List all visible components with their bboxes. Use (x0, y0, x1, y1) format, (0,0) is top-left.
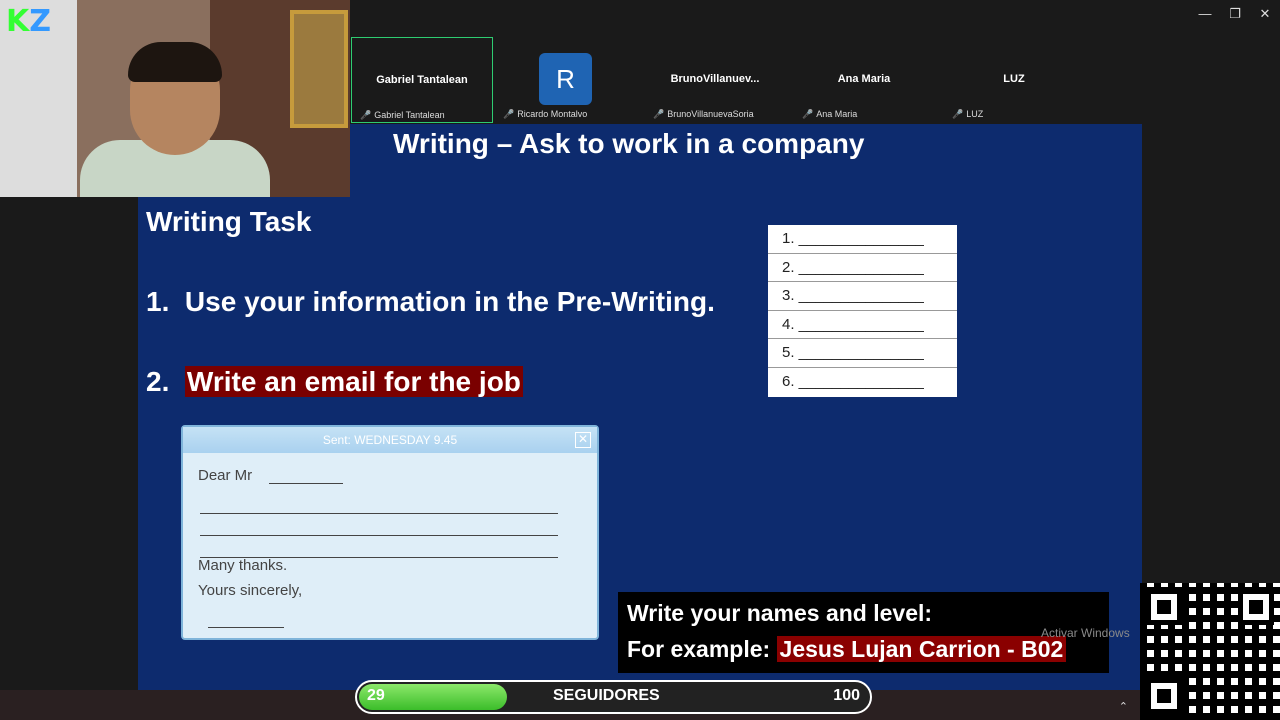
email-header: Sent: WEDNESDAY 9.45 (183, 427, 597, 453)
participant-tile-luz[interactable]: LUZ 🎤 LUZ (944, 37, 1084, 121)
participant-name: Gabriel Tantalean (376, 74, 468, 86)
names-instruction-box: Write your names and level: For example:… (618, 592, 1109, 673)
participant-label: 🎤 Ana Maria (802, 109, 858, 119)
blank-line (269, 483, 343, 484)
follower-label: SEGUIDORES (553, 687, 660, 704)
muted-mic-icon: 🎤 (503, 109, 515, 119)
muted-mic-icon: 🎤 (802, 109, 814, 119)
blank-line (200, 513, 558, 514)
participant-tile-gabriel[interactable]: Gabriel Tantalean 🎤 Gabriel Tantalean (351, 37, 493, 123)
list-item: 1. _______________ (768, 225, 957, 254)
list-item: 2. _______________ (768, 254, 957, 283)
blank-line (200, 535, 558, 536)
list-item: 3. _______________ (768, 282, 957, 311)
task-heading: Writing Task (146, 206, 312, 237)
follower-goal-bar: 29 SEGUIDORES 100 (355, 680, 872, 714)
minimize-icon[interactable]: — (1195, 6, 1215, 21)
restore-icon[interactable]: ❐ (1225, 6, 1245, 22)
participant-label: 🎤 LUZ (952, 109, 984, 119)
instruction-1: 1. Use your information in the Pre-Writi… (146, 286, 715, 317)
blank-line (208, 627, 284, 628)
names-example: For example: Jesus Lujan Carrion - B02 (627, 636, 1067, 663)
participant-name: LUZ (1003, 73, 1025, 85)
list-item: 5. _______________ (768, 339, 957, 368)
participant-name: Ana Maria (837, 73, 891, 85)
qr-code (1140, 583, 1280, 720)
wall-painting (290, 10, 348, 128)
participant-tile-bruno[interactable]: BrunoVillanuev... 🎤 BrunoVillanuevaSoria (645, 37, 785, 121)
numbered-list-box: 1. _______________ 2. _______________ 3.… (768, 225, 957, 397)
muted-mic-icon: 🎤 (653, 109, 665, 119)
participant-tile-ana[interactable]: Ana Maria 🎤 Ana Maria (794, 37, 934, 121)
email-template: Sent: WEDNESDAY 9.45 ✕ Dear Mr Many than… (181, 425, 599, 640)
webcam-overlay: KZ (0, 0, 350, 197)
email-greeting: Dear Mr (198, 467, 253, 484)
channel-logo: KZ (6, 4, 52, 39)
instruction-2: 2. Write an email for the job (146, 366, 523, 397)
close-icon[interactable]: ✕ (1255, 6, 1275, 22)
participant-label: 🎤 Gabriel Tantalean (360, 110, 445, 120)
avatar: R (539, 53, 592, 105)
tray-chevron-icon[interactable]: ⌃ (1119, 700, 1128, 713)
email-closing: Yours sincerely, (198, 582, 303, 599)
muted-mic-icon: 🎤 (952, 109, 964, 119)
list-item: 6. _______________ (782, 372, 924, 390)
follower-count: 29 (367, 687, 385, 704)
email-thanks: Many thanks. (198, 557, 288, 574)
close-icon: ✕ (575, 432, 591, 448)
list-item: 4. _______________ (768, 311, 957, 340)
muted-mic-icon: 🎤 (360, 110, 372, 120)
participant-name: BrunoVillanuev... (670, 73, 760, 85)
participant-label: 🎤 BrunoVillanuevaSoria (653, 109, 754, 119)
participant-label: 🎤 Ricardo Montalvo (503, 109, 588, 119)
follower-goal: 100 (833, 687, 860, 704)
presentation-slide: Writing – Ask to work in a company Writi… (138, 124, 1142, 690)
names-instruction: Write your names and level: (627, 600, 933, 626)
activation-watermark: Activar Windows (1041, 626, 1130, 640)
slide-title: Writing – Ask to work in a company (393, 128, 865, 159)
